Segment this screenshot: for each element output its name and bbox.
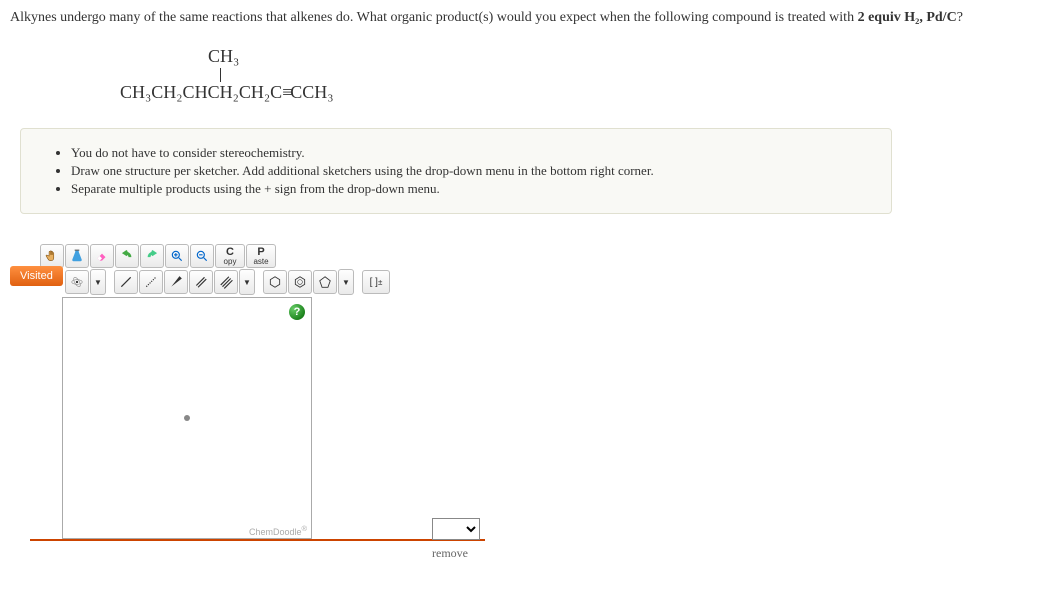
eraser-tool[interactable]: [90, 244, 114, 268]
add-sketcher-area: remove: [432, 518, 480, 561]
question-bold: 2 equiv H₂, Pd/C: [858, 10, 957, 25]
pentagon-tool[interactable]: [313, 270, 337, 294]
sketcher-container: Visited C opy P aste: [20, 244, 1039, 541]
single-bond-tool[interactable]: [114, 270, 138, 294]
benzene-tool[interactable]: [288, 270, 312, 294]
toolbar-row-1: C opy P aste: [40, 244, 1039, 268]
instruction-item: Separate multiple products using the + s…: [71, 181, 871, 197]
instruction-item: You do not have to consider stereochemis…: [71, 145, 871, 161]
atom-tool[interactable]: [65, 270, 89, 294]
instructions-box: You do not have to consider stereochemis…: [20, 128, 892, 214]
zoom-in-tool[interactable]: [165, 244, 189, 268]
copy-tool[interactable]: C opy: [215, 244, 245, 268]
wedge-bond-tool[interactable]: [164, 270, 188, 294]
add-sketcher-dropdown[interactable]: [432, 518, 480, 540]
visited-tag: Visited: [10, 266, 63, 286]
dotted-bond-tool[interactable]: [139, 270, 163, 294]
drawing-canvas[interactable]: ? ChemDoodle®: [62, 297, 312, 539]
chemdoodle-brand: ChemDoodle®: [249, 524, 307, 537]
hexagon-tool[interactable]: [263, 270, 287, 294]
sketcher-underline: [30, 539, 485, 541]
atom-dropdown[interactable]: ▼: [90, 269, 106, 295]
question-text: Alkynes undergo many of the same reactio…: [10, 10, 1039, 26]
redo-tool[interactable]: [140, 244, 164, 268]
question-prefix: Alkynes undergo many of the same reactio…: [10, 10, 858, 25]
hand-tool[interactable]: [40, 244, 64, 268]
charge-tool[interactable]: [ ]±: [362, 270, 390, 294]
help-icon[interactable]: ?: [289, 304, 305, 320]
chemical-formula: CH₃ CH₃CH₂CHCH₂CH₂C≡CCH₃: [120, 46, 1039, 103]
remove-label[interactable]: remove: [432, 546, 480, 561]
double-bond-tool[interactable]: [189, 270, 213, 294]
formula-substituent: CH₃: [208, 46, 1039, 68]
formula-bond-line: [220, 68, 1039, 82]
toolbar-row-2: ▼ ▼ ▼ [ ]±: [65, 269, 1039, 295]
formula-main: CH₃CH₂CHCH₂CH₂C≡CCH₃: [120, 82, 1039, 104]
zoom-out-tool[interactable]: [190, 244, 214, 268]
undo-tool[interactable]: [115, 244, 139, 268]
flask-tool[interactable]: [65, 244, 89, 268]
bond-dropdown[interactable]: ▼: [239, 269, 255, 295]
question-suffix: ?: [957, 10, 963, 25]
paste-tool[interactable]: P aste: [246, 244, 276, 268]
instruction-item: Draw one structure per sketcher. Add add…: [71, 163, 871, 179]
ring-dropdown[interactable]: ▼: [338, 269, 354, 295]
triple-bond-tool[interactable]: [214, 270, 238, 294]
canvas-start-atom[interactable]: [184, 415, 190, 421]
